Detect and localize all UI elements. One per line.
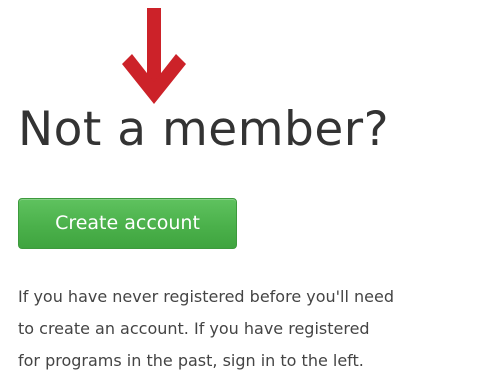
description-line: to create an account. If you have regist… — [18, 319, 370, 338]
signup-panel: Not a member? Create account If you have… — [0, 0, 494, 383]
signup-description: If you have never registered before you'… — [18, 281, 492, 377]
create-account-button[interactable]: Create account — [18, 198, 237, 249]
arrow-down-icon — [118, 6, 190, 106]
page-title: Not a member? — [18, 102, 390, 157]
description-line: for programs in the past, sign in to the… — [18, 351, 364, 370]
description-line: If you have never registered before you'… — [18, 287, 394, 306]
